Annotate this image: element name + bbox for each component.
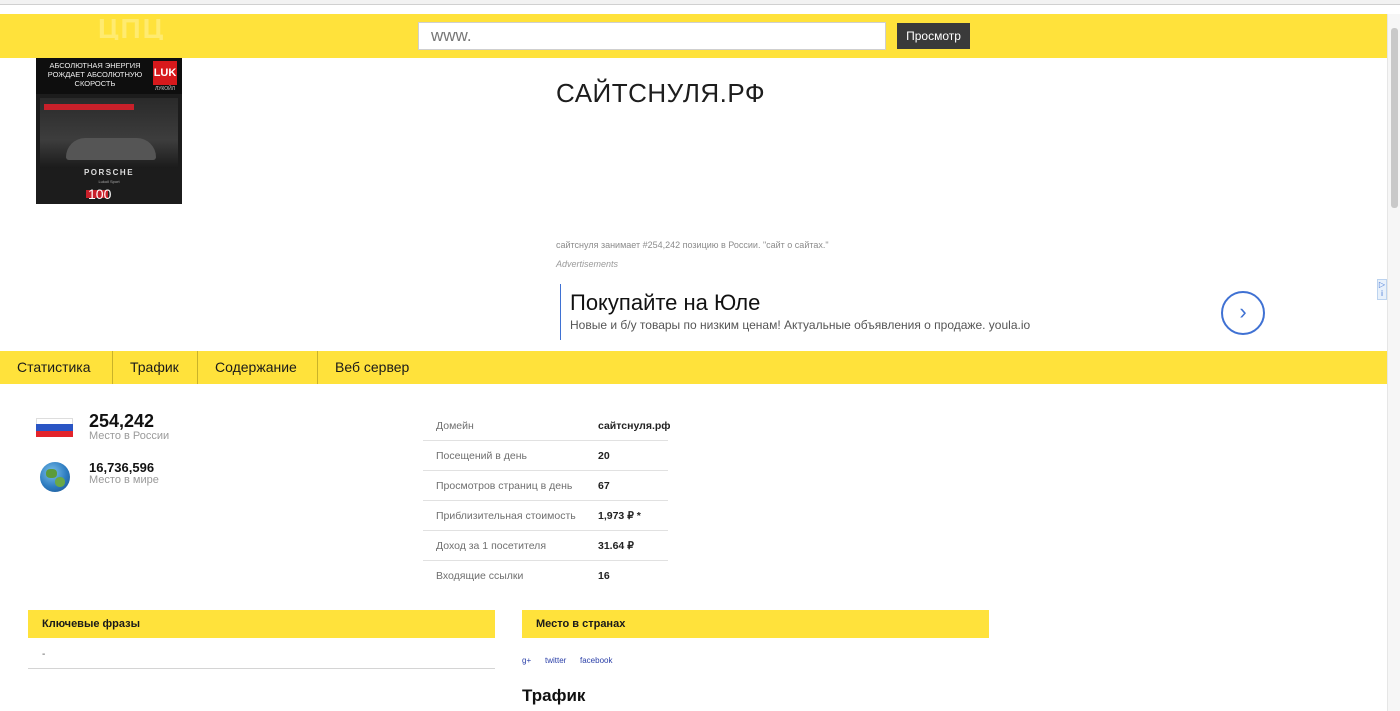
info-key: Доход за 1 посетителя [436, 540, 546, 552]
traffic-section-title: Трафик [522, 686, 586, 705]
info-value: 20 [598, 450, 610, 462]
ad-description[interactable]: Новые и б/у товары по низким ценам! Акту… [570, 318, 1030, 332]
table-row: Входящие ссылки 16 [423, 561, 668, 591]
car-image [66, 138, 156, 160]
ad-banner-brand: PORSCHE [83, 168, 135, 177]
nav-item-content[interactable]: Содержание [198, 351, 314, 384]
info-key: Просмотров страниц в день [436, 480, 573, 492]
rank-note: сайтснуля занимает #254,242 позицию в Ро… [556, 240, 829, 250]
world-rank-value: 16,736,596 [89, 460, 155, 475]
section-nav: Статистика Трафик Содержание Веб сервер [0, 351, 1387, 384]
site-logo[interactable]: ЦПЦ [98, 14, 165, 40]
view-button[interactable]: Просмотр [897, 23, 970, 49]
ad-banner-tagline: АБСОЛЮТНАЯ ЭНЕРГИЯ РОЖДАЕТ АБСОЛЮТНУЮ СК… [47, 61, 143, 88]
info-value: сайтснуля.рф [598, 420, 671, 432]
browser-top-bar [0, 0, 1400, 5]
info-key: Приблизительная стоимость [436, 510, 576, 522]
share-gplus-link[interactable]: g+ [522, 656, 531, 665]
globe-icon [40, 462, 70, 492]
info-value: 67 [598, 480, 610, 492]
keywords-panel-title: Ключевые фразы [28, 610, 495, 638]
nav-item-statistics[interactable]: Статистика [0, 351, 108, 384]
ad-banner-brand-sub: Lukoil Sport [98, 179, 120, 184]
info-key: Входящие ссылки [436, 570, 524, 582]
info-key: Домейн [436, 420, 474, 432]
table-row: Домейн сайтснуля.рф [423, 411, 671, 441]
russia-rank-value: 254,242 [89, 411, 155, 431]
info-value: 16 [598, 570, 610, 582]
lukoil-logo-caption: ЛУКОЙЛ [154, 86, 176, 92]
scrollbar[interactable] [1387, 14, 1400, 711]
keywords-empty: - [42, 649, 46, 660]
share-facebook-link[interactable]: facebook [580, 656, 612, 665]
nav-item-traffic[interactable]: Трафик [113, 351, 196, 384]
russia-rank-label: Место в России [89, 430, 170, 442]
site-info-table: Домейн сайтснуля.рф Посещений в день 20 … [423, 411, 671, 591]
info-value: 31.64 ₽ [598, 540, 634, 552]
text-ad[interactable]: Покупайте на Юле Новые и б/у товары по н… [560, 284, 1280, 340]
ad-choices-icon[interactable]: ▷ i [1377, 279, 1387, 300]
lukoil-logo-icon: LUK [153, 61, 177, 85]
russia-flag-icon [36, 418, 73, 437]
divider [28, 668, 495, 669]
countries-panel-title: Место в странах [522, 610, 989, 638]
station-canopy [44, 104, 134, 110]
table-row: Посещений в день 20 [423, 441, 668, 471]
share-twitter-link[interactable]: twitter [545, 656, 566, 665]
lukoil-ad-banner[interactable]: АБСОЛЮТНАЯ ЭНЕРГИЯ РОЖДАЕТ АБСОЛЮТНУЮ СК… [36, 58, 182, 204]
nav-item-webserver[interactable]: Веб сервер [318, 351, 426, 384]
ad-banner-number: 100 [88, 186, 112, 202]
info-key: Посещений в день [436, 450, 528, 462]
advertisements-label: Advertisements [556, 259, 619, 269]
url-input[interactable]: www. [418, 22, 886, 50]
world-rank-label: Место в мире [89, 474, 159, 486]
chevron-right-icon[interactable]: › [1221, 291, 1265, 335]
table-row: Доход за 1 посетителя 31.64 ₽ [423, 531, 668, 561]
table-row: Приблизительная стоимость 1,973 ₽ * [423, 501, 668, 531]
header-bar: ЦПЦ www. Просмотр [0, 14, 1387, 58]
table-row: Просмотров страниц в день 67 [423, 471, 668, 501]
info-value: 1,973 ₽ * [598, 510, 641, 522]
ad-headline[interactable]: Покупайте на Юле [570, 290, 760, 316]
scrollbar-thumb[interactable] [1391, 28, 1398, 208]
site-title: САЙТСНУЛЯ.РФ [556, 78, 766, 108]
